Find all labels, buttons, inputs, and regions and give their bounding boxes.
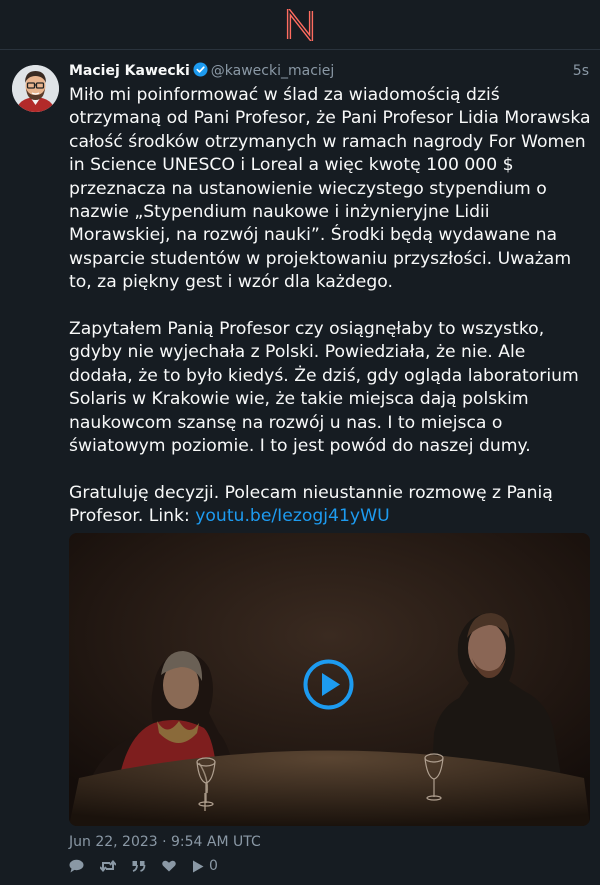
like-stat[interactable] [162, 860, 181, 872]
play-count: 0 [209, 858, 218, 874]
video-thumbnail[interactable] [69, 533, 590, 826]
avatar[interactable] [12, 65, 59, 112]
play-stat[interactable]: 0 [192, 858, 218, 874]
tweet-content: Miło mi poinformować w ślad za wiadomośc… [69, 84, 591, 529]
comment-icon [69, 859, 84, 873]
quote-stat[interactable] [132, 860, 151, 872]
top-navbar [0, 0, 600, 50]
heart-icon [162, 860, 176, 872]
play-icon [193, 860, 204, 872]
tweet-time[interactable]: 5s [573, 61, 589, 81]
tweet-paragraph: Zapytałem Panią Profesor czy osiągnęłaby… [69, 319, 585, 457]
play-icon[interactable] [303, 659, 354, 710]
nitter-logo[interactable] [286, 9, 314, 41]
quote-icon [132, 861, 146, 872]
tweet-header: Maciej Kawecki @kawecki_maciej 5s [69, 61, 589, 81]
tweet: Maciej Kawecki @kawecki_maciej 5s Miło m… [0, 50, 600, 885]
verified-badge-icon [193, 62, 208, 77]
retweet-stat[interactable] [100, 860, 121, 872]
retweet-icon [100, 860, 116, 872]
fullname[interactable]: Maciej Kawecki [69, 63, 190, 79]
tweet-date[interactable]: Jun 22, 2023 · 9:54 AM UTC [69, 832, 261, 852]
video-link[interactable]: youtu.be/Iezogj41yWU [195, 506, 389, 526]
username[interactable]: @kawecki_maciej [211, 63, 335, 79]
tweet-paragraph: Miło mi poinformować w ślad za wiadomośc… [69, 85, 597, 293]
tweet-stats: 0 [69, 856, 229, 876]
reply-stat[interactable] [69, 859, 89, 873]
avatar-image [12, 65, 59, 112]
